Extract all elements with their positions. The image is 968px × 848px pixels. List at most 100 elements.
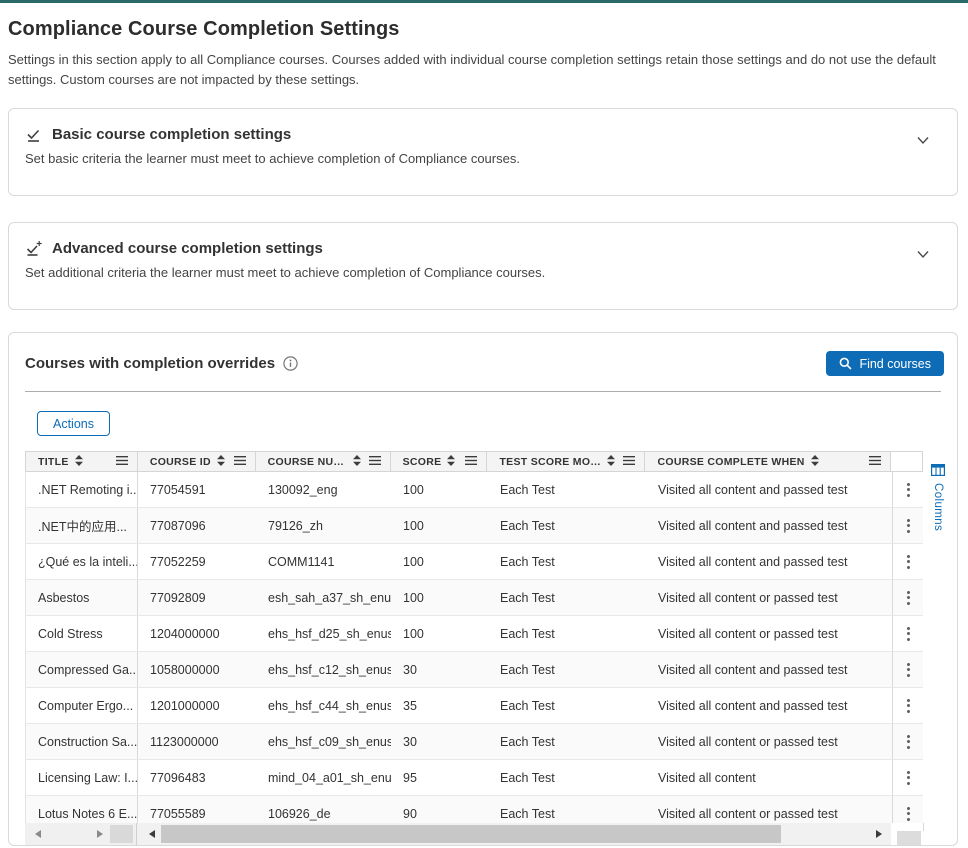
table-row[interactable]: Cold Stress 1204000000 ehs_hsf_d25_sh_en… bbox=[25, 616, 923, 652]
cell-title: ¿Qué es la inteli... bbox=[26, 544, 138, 579]
column-menu-icon[interactable] bbox=[861, 456, 881, 468]
cell-title: Asbestos bbox=[26, 580, 138, 615]
cell-course_id: 77052259 bbox=[138, 544, 256, 579]
row-actions-button[interactable] bbox=[892, 688, 924, 723]
cell-score: 35 bbox=[391, 688, 488, 723]
cell-course_number: esh_sah_a37_sh_enus bbox=[256, 580, 391, 615]
column-header-test_score_model[interactable]: TEST SCORE MODEL bbox=[487, 452, 645, 471]
advanced-panel-title: Advanced course completion settings bbox=[52, 240, 323, 257]
column-menu-icon[interactable] bbox=[108, 456, 128, 468]
cell-test_score_model: Each Test bbox=[488, 688, 646, 723]
table-row[interactable]: Compressed Ga... 1058000000 ehs_hsf_c12_… bbox=[25, 652, 923, 688]
row-actions-button[interactable] bbox=[892, 724, 924, 759]
scroll-right-icon[interactable] bbox=[97, 830, 103, 838]
row-actions-button[interactable] bbox=[892, 616, 924, 651]
table-horizontal-scrollbar[interactable] bbox=[137, 823, 891, 845]
overrides-header: Courses with completion overrides Find c… bbox=[9, 333, 957, 376]
columns-panel-toggle[interactable]: Columns bbox=[923, 451, 953, 823]
cell-score: 100 bbox=[391, 472, 488, 507]
scrollbar-thumb[interactable] bbox=[161, 825, 781, 843]
pinned-column-scrollbar[interactable] bbox=[25, 823, 137, 845]
overrides-section: Courses with completion overrides Find c… bbox=[8, 332, 958, 846]
corner-scrollbar-thumb[interactable] bbox=[897, 831, 921, 845]
column-header-complete_when[interactable]: COURSE COMPLETE WHEN bbox=[645, 452, 891, 471]
chevron-down-icon[interactable] bbox=[915, 132, 931, 153]
basic-settings-panel: Basic course completion settings Set bas… bbox=[8, 108, 958, 196]
kebab-icon bbox=[907, 768, 910, 787]
sort-up-down-icon[interactable] bbox=[811, 455, 819, 469]
cell-score: 100 bbox=[391, 580, 488, 615]
kebab-icon bbox=[907, 588, 910, 607]
cell-complete_when: Visited all content or passed test bbox=[646, 616, 892, 651]
cell-score: 30 bbox=[391, 652, 488, 687]
cell-course_number: ehs_hsf_c12_sh_enus bbox=[256, 652, 391, 687]
cell-test_score_model: Each Test bbox=[488, 616, 646, 651]
cell-test_score_model: Each Test bbox=[488, 544, 646, 579]
cell-test_score_model: Each Test bbox=[488, 652, 646, 687]
actions-button[interactable]: Actions bbox=[37, 411, 110, 436]
scroll-left-icon[interactable] bbox=[35, 830, 41, 838]
table-row[interactable]: Computer Ergo... 1201000000 ehs_hsf_c44_… bbox=[25, 688, 923, 724]
cell-complete_when: Visited all content and passed test bbox=[646, 472, 892, 507]
table-row[interactable]: Construction Sa... 1123000000 ehs_hsf_c0… bbox=[25, 724, 923, 760]
cell-score: 100 bbox=[391, 508, 488, 543]
column-header-course_id[interactable]: COURSE ID bbox=[138, 452, 256, 471]
pinned-scrollbar-thumb[interactable] bbox=[110, 825, 133, 843]
scroll-left-icon[interactable] bbox=[149, 830, 155, 838]
table-row[interactable]: .NET Remoting i... 77054591 130092_eng 1… bbox=[25, 472, 923, 508]
sort-up-down-icon[interactable] bbox=[353, 455, 361, 469]
cell-test_score_model: Each Test bbox=[488, 760, 646, 795]
table-body: .NET Remoting i... 77054591 130092_eng 1… bbox=[25, 472, 923, 832]
column-menu-icon[interactable] bbox=[457, 456, 477, 468]
row-actions-button[interactable] bbox=[892, 580, 924, 615]
check-plus-icon bbox=[25, 240, 42, 257]
cell-score: 95 bbox=[391, 760, 488, 795]
overrides-title: Courses with completion overrides bbox=[25, 355, 275, 372]
column-menu-icon[interactable] bbox=[361, 456, 381, 468]
chevron-down-icon[interactable] bbox=[915, 246, 931, 267]
cell-complete_when: Visited all content and passed test bbox=[646, 652, 892, 687]
kebab-icon bbox=[907, 696, 910, 715]
cell-score: 100 bbox=[391, 616, 488, 651]
kebab-icon bbox=[907, 732, 910, 751]
column-header-score[interactable]: SCORE bbox=[391, 452, 488, 471]
table-row[interactable]: Asbestos 77092809 esh_sah_a37_sh_enus 10… bbox=[25, 580, 923, 616]
info-icon[interactable] bbox=[283, 356, 298, 371]
column-menu-icon[interactable] bbox=[226, 456, 246, 468]
table-row[interactable]: ¿Qué es la inteli... 77052259 COMM1141 1… bbox=[25, 544, 923, 580]
sort-up-down-icon[interactable] bbox=[217, 455, 225, 469]
scroll-right-icon[interactable] bbox=[876, 830, 882, 838]
cell-test_score_model: Each Test bbox=[488, 508, 646, 543]
cell-title: .NET Remoting i... bbox=[26, 472, 138, 507]
advanced-settings-panel: Advanced course completion settings Set … bbox=[8, 222, 958, 310]
check-underline-icon bbox=[25, 126, 42, 143]
cell-score: 30 bbox=[391, 724, 488, 759]
sort-up-down-icon[interactable] bbox=[75, 455, 83, 469]
cell-course_number: mind_04_a01_sh_enuk bbox=[256, 760, 391, 795]
advanced-panel-description: Set additional criteria the learner must… bbox=[9, 257, 957, 280]
page-description: Settings in this section apply to all Co… bbox=[8, 50, 953, 90]
column-menu-icon[interactable] bbox=[615, 456, 635, 468]
actions-column-header bbox=[891, 452, 923, 471]
row-actions-button[interactable] bbox=[892, 508, 924, 543]
cell-score: 100 bbox=[391, 544, 488, 579]
row-actions-button[interactable] bbox=[892, 472, 924, 507]
row-actions-button[interactable] bbox=[892, 652, 924, 687]
kebab-icon bbox=[907, 804, 910, 823]
kebab-icon bbox=[907, 480, 910, 499]
sort-up-down-icon[interactable] bbox=[447, 455, 455, 469]
find-courses-button[interactable]: Find courses bbox=[826, 351, 944, 376]
table-row[interactable]: Licensing Law: I... 77096483 mind_04_a01… bbox=[25, 760, 923, 796]
row-actions-button[interactable] bbox=[892, 760, 924, 795]
column-header-course_number[interactable]: COURSE NUMBER bbox=[256, 452, 391, 471]
table-row[interactable]: .NET中的应用... 77087096 79126_zh 100 Each T… bbox=[25, 508, 923, 544]
sort-up-down-icon[interactable] bbox=[607, 455, 615, 469]
cell-course_id: 77054591 bbox=[138, 472, 256, 507]
courses-table: TITLE COURSE ID COURSE NUMBER SCORE bbox=[25, 451, 923, 832]
cell-complete_when: Visited all content and passed test bbox=[646, 508, 892, 543]
kebab-icon bbox=[907, 660, 910, 679]
column-header-title[interactable]: TITLE bbox=[26, 452, 138, 471]
row-actions-button[interactable] bbox=[892, 544, 924, 579]
kebab-icon bbox=[907, 552, 910, 571]
kebab-icon bbox=[907, 516, 910, 535]
